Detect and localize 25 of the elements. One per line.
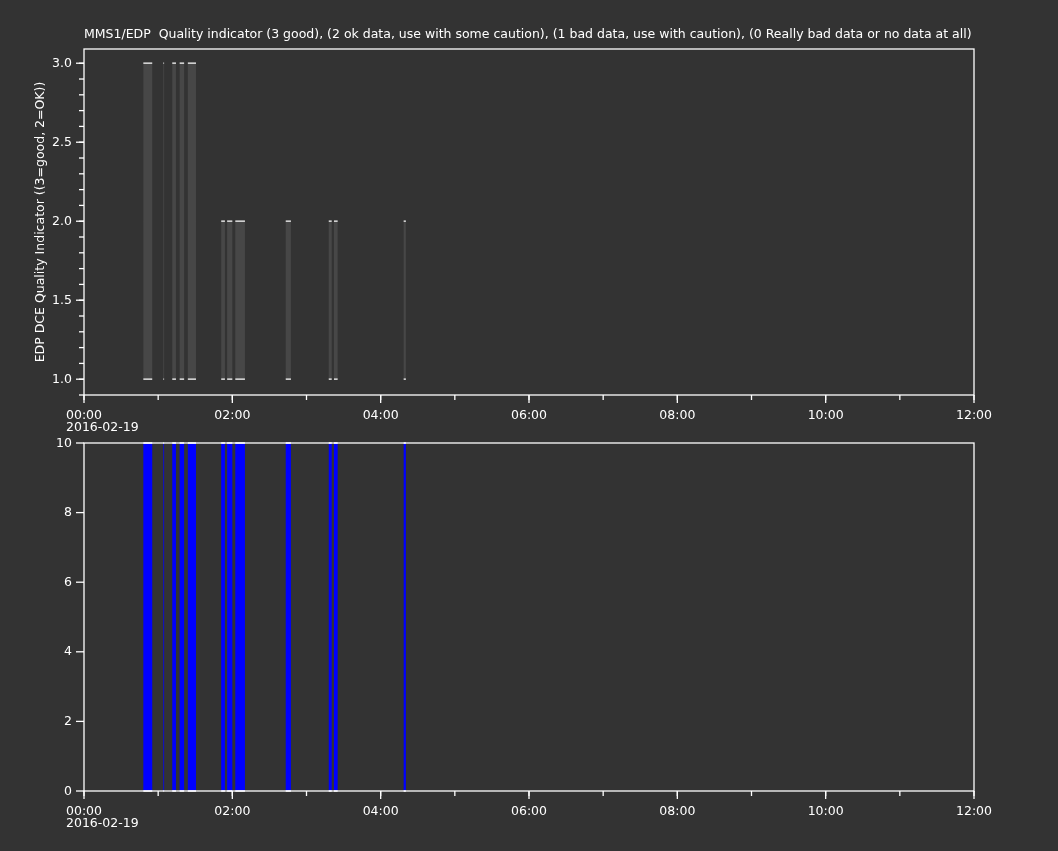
- x-tick-label: 06:00: [511, 406, 547, 422]
- x-tick-label: 02:00: [214, 406, 251, 422]
- y-tick-label: 4: [64, 643, 72, 659]
- y-tick-label: 2.5: [52, 133, 72, 149]
- chart-title: MMS1/EDP Quality indicator (3 good), (2 ok data, use with some caution), (1 bad data, use with caution), (0 Really bad data or no data at all): [84, 25, 972, 41]
- x-tick-label: 12:00: [956, 802, 992, 818]
- x-tick-label: 08:00: [659, 802, 696, 818]
- y-tick-label: 2: [64, 712, 72, 728]
- y-tick-label: 1.0: [52, 370, 72, 386]
- x-tick-label: 10:00: [807, 802, 844, 818]
- x-tick-label: 04:00: [362, 802, 399, 818]
- x-tick-label: 06:00: [511, 802, 547, 818]
- x-tick-label: 02:00: [214, 802, 251, 818]
- x-tick-label: 08:00: [659, 406, 696, 422]
- x-tick-label: 04:00: [362, 406, 399, 422]
- y-tick-label: 6: [64, 573, 72, 589]
- y-tick-label: 8: [64, 504, 72, 520]
- y-tick-label: 3.0: [52, 54, 72, 70]
- y-tick-label: 0: [64, 782, 72, 798]
- y-axis-label: EDP DCE Quality Indicator ((3=good, 2=OK)): [31, 81, 47, 363]
- y-tick-label: 1.5: [52, 291, 72, 307]
- y-tick-label: 10: [56, 436, 72, 450]
- x-tick-label: 10:00: [807, 406, 844, 422]
- y-tick-label: 2.0: [52, 212, 72, 228]
- x-tick-label: 12:00: [956, 406, 992, 422]
